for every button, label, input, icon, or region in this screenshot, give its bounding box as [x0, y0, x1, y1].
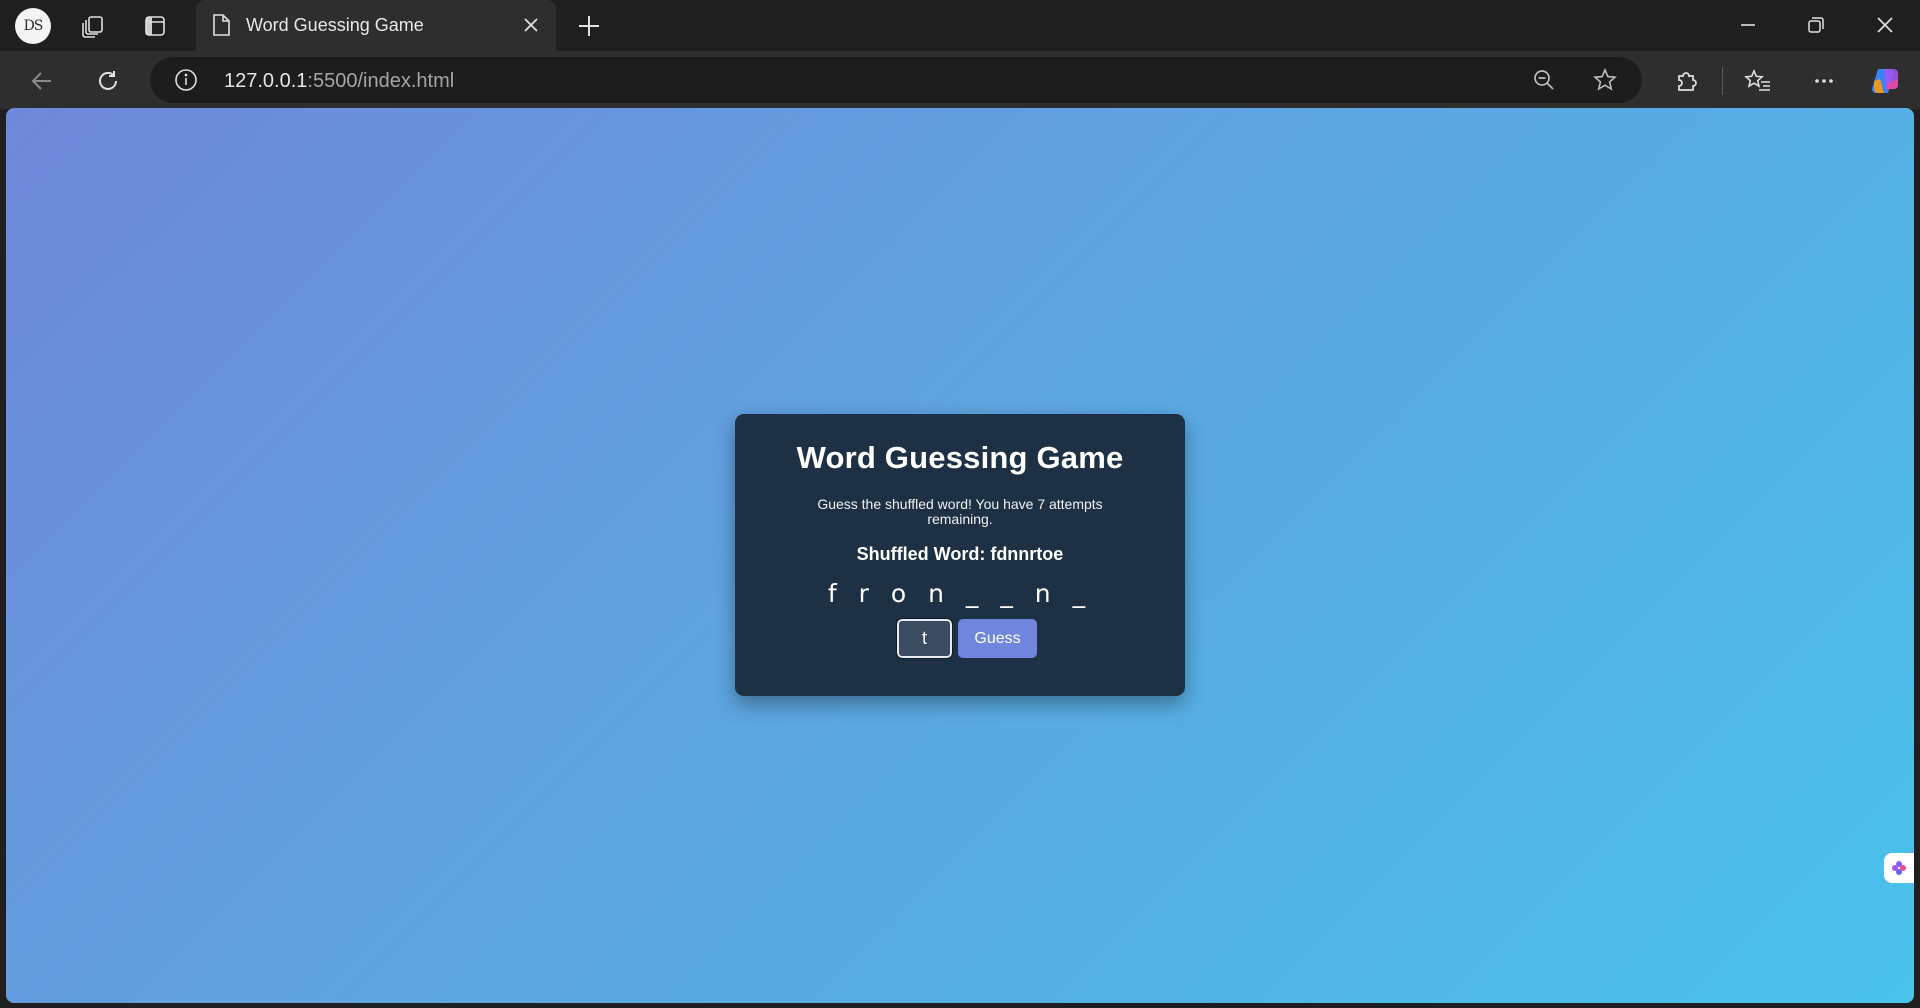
refresh-icon[interactable] [90, 63, 126, 99]
game-title: Word Guessing Game [796, 440, 1124, 475]
tab-title: Word Guessing Game [246, 15, 424, 35]
workspaces-icon[interactable] [76, 9, 110, 43]
game-card: Word Guessing Game Guess the shuffled wo… [735, 414, 1185, 696]
sidebar-toggle-widget[interactable] [1884, 853, 1914, 883]
more-options-icon[interactable] [1806, 63, 1842, 99]
close-window-icon[interactable] [1865, 8, 1905, 42]
browser-title-bar: DS Word Guessing Game [0, 0, 1920, 51]
game-instructions: Guess the shuffled word! You have 7 atte… [817, 496, 1103, 527]
toolbar-divider [1722, 67, 1723, 95]
active-tab[interactable]: Word Guessing Game [196, 0, 556, 51]
tab-actions-icon[interactable] [138, 9, 172, 43]
extensions-icon[interactable] [1668, 63, 1704, 99]
restore-icon[interactable] [1796, 8, 1836, 42]
favorites-icon[interactable] [1740, 63, 1776, 99]
page-viewport: Word Guessing Game Guess the shuffled wo… [6, 108, 1914, 1003]
guess-button[interactable]: Guess [958, 619, 1037, 658]
word-progress: f r o n _ _ n _ [827, 579, 1093, 608]
minimize-icon[interactable] [1728, 8, 1768, 42]
back-icon[interactable] [24, 63, 60, 99]
profile-avatar[interactable]: DS [15, 8, 51, 44]
favorite-star-icon[interactable] [1592, 67, 1618, 98]
address-bar[interactable]: 127.0.0.1:5500/index.html [150, 57, 1642, 103]
url-text[interactable]: 127.0.0.1:5500/index.html [224, 70, 454, 93]
site-info-icon[interactable] [174, 68, 198, 97]
zoom-out-icon[interactable] [1532, 68, 1556, 97]
page-icon [210, 13, 232, 42]
new-tab-icon[interactable] [572, 9, 606, 43]
copilot-icon[interactable] [1868, 63, 1904, 99]
shuffled-word-label: Shuffled Word: fdnnrtoe [856, 544, 1064, 564]
extension-flower-icon [1892, 861, 1906, 875]
browser-toolbar: 127.0.0.1:5500/index.html [0, 51, 1920, 109]
close-tab-icon[interactable] [522, 16, 540, 39]
letter-input[interactable] [896, 618, 953, 659]
